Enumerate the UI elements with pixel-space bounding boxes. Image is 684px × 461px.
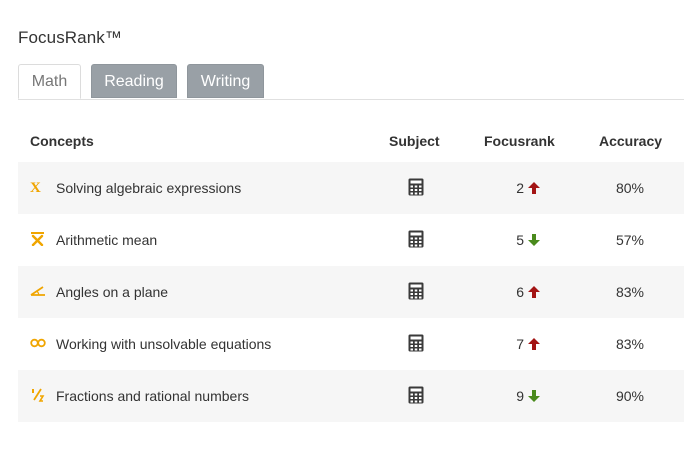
arrow-up-icon [528,319,540,350]
calculator-icon [408,334,424,352]
concept-label[interactable]: Angles on a plane [56,266,168,318]
calculator-icon [408,282,424,300]
arrow-up-icon [528,267,540,298]
table-row[interactable]: Working with unsolvable equations 7 83% [18,318,684,370]
focusrank-cell: 5 [488,214,540,266]
tab-reading[interactable]: Reading [91,64,177,98]
focusrank-table: Concepts Subject Focusrank Accuracy X Sol… [18,118,684,422]
concept-label[interactable]: Solving algebraic expressions [56,162,241,214]
focusrank-cell: 7 [488,318,540,370]
accuracy-value: 57% [615,232,645,248]
svg-text:X: X [30,180,41,194]
arrow-down-icon [528,215,540,246]
accuracy-value: 90% [615,388,645,404]
tab-writing[interactable]: Writing [187,64,264,98]
table-row[interactable]: Arithmetic mean 5 57% [18,214,684,266]
table-row[interactable]: X Solving algebraic expressions 2 80% [18,162,684,214]
infinity-icon [30,336,46,350]
fraction-icon [30,388,46,402]
accuracy-value: 83% [615,284,645,300]
accuracy-value: 83% [615,336,645,352]
accuracy-value: 80% [615,180,645,196]
focusrank-value: 6 [516,284,524,300]
focusrank-value: 9 [516,388,524,404]
arrow-up-icon [528,163,540,194]
arrow-down-icon [528,371,540,402]
table-row[interactable]: Fractions and rational numbers 9 90% [18,370,684,422]
focusrank-value: 2 [516,180,524,196]
subject-tabs: Math Reading Writing [18,64,684,100]
concept-label[interactable]: Working with unsolvable equations [56,318,271,370]
accuracy-header: Accuracy [599,133,663,149]
concept-label[interactable]: Arithmetic mean [56,214,157,266]
focusrank-value: 5 [516,232,524,248]
concept-label[interactable]: Fractions and rational numbers [56,370,249,422]
focusrank-cell: 9 [488,370,540,422]
focusrank-cell: 6 [488,266,540,318]
focusrank-value: 7 [516,336,524,352]
tab-math[interactable]: Math [18,64,81,99]
table-header: Concepts Subject Focusrank Accuracy [18,118,684,162]
mean-x-bar-icon [30,232,46,247]
concepts-header: Concepts [30,133,94,149]
focusrank-header: Focusrank [484,133,555,149]
calculator-icon [408,178,424,196]
table-row[interactable]: Angles on a plane 6 83% [18,266,684,318]
calculator-icon [408,386,424,404]
page-title: FocusRank™ [18,28,122,47]
angle-icon [30,284,46,298]
focusrank-cell: 2 [488,162,540,214]
calculator-icon [408,230,424,248]
subject-header: Subject [389,133,440,149]
variable-x-icon: X [30,180,46,196]
